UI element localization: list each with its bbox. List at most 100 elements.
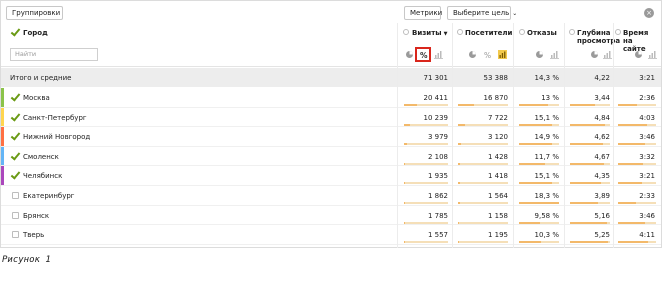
visits-bar xyxy=(404,241,405,244)
metrics-button[interactable]: Метрики xyxy=(404,6,442,20)
bounces-column-header[interactable]: Отказы xyxy=(527,29,557,37)
row-checkbox[interactable] xyxy=(12,94,19,101)
column-divider xyxy=(513,23,514,248)
time-bar xyxy=(618,162,643,165)
close-icon[interactable]: × xyxy=(644,8,654,18)
bounces-bar xyxy=(519,162,545,165)
pie-chart-icon[interactable] xyxy=(405,50,414,59)
goal-select-label: Выберите цель xyxy=(453,9,510,17)
select-all-checkbox[interactable] xyxy=(12,29,19,36)
depth-value: 3,89 xyxy=(594,192,610,200)
visitors-bar xyxy=(458,104,474,106)
series-color-stripe xyxy=(1,166,4,185)
bar-chart-icon[interactable] xyxy=(648,50,657,59)
totals-depth: 4,22 xyxy=(594,74,610,82)
table-row[interactable]: Челябинск 1 935 1 418 15,1 % 4,35 3:21 xyxy=(1,166,661,186)
bounces-value: 13 % xyxy=(541,94,559,102)
visits-radio[interactable] xyxy=(403,29,409,35)
row-checkbox[interactable] xyxy=(12,172,19,179)
time-bar xyxy=(618,241,648,244)
depth-radio[interactable] xyxy=(569,29,575,35)
column-divider xyxy=(452,23,453,248)
time-bar xyxy=(618,104,637,106)
visits-bar-track xyxy=(404,123,448,126)
table-row[interactable]: Брянск 1 785 1 158 9,58 % 5,16 3:46 xyxy=(1,206,661,226)
visits-value: 1 935 xyxy=(427,172,448,181)
row-checkbox[interactable] xyxy=(12,114,19,121)
depth-value: 5,25 xyxy=(594,231,610,240)
visitors-bar xyxy=(458,123,465,126)
visitors-radio[interactable] xyxy=(457,29,463,35)
depth-value: 3,44 xyxy=(594,94,610,102)
depth-value: 5,16 xyxy=(594,211,610,220)
groupings-button[interactable]: Группировки xyxy=(6,6,63,20)
table-row[interactable]: Смоленск 2 108 1 428 11,7 % 4,67 3:32 xyxy=(1,146,661,167)
series-color-stripe xyxy=(1,146,4,166)
row-checkbox[interactable] xyxy=(12,153,19,160)
visits-bar-track xyxy=(404,143,448,146)
visits-column-header[interactable]: Визиты ▼ xyxy=(412,29,447,38)
bounces-radio[interactable] xyxy=(519,29,525,35)
bounces-bar xyxy=(519,221,540,224)
time-value: 2:36 xyxy=(639,94,655,102)
depth-bar xyxy=(570,162,604,165)
table-row[interactable]: Екатеринбург 1 862 1 564 18,3 % 3,89 2:33 xyxy=(1,186,661,206)
bar-chart-icon[interactable] xyxy=(498,50,507,59)
totals-visits: 71 301 xyxy=(423,74,449,82)
totals-bounces: 14,3 % xyxy=(534,74,559,82)
sort-desc-icon: ▼ xyxy=(443,31,448,37)
bar-chart-icon[interactable] xyxy=(603,50,612,59)
time-bar xyxy=(618,182,642,185)
visits-value: 10 239 xyxy=(423,113,449,122)
depth-value: 4,62 xyxy=(594,133,610,142)
percent-icon[interactable]: % xyxy=(484,51,491,60)
totals-time: 3:21 xyxy=(639,74,655,82)
city-column-header[interactable]: Город xyxy=(23,29,48,37)
city-name: Брянск xyxy=(23,211,50,220)
visitors-value: 1 158 xyxy=(487,211,508,220)
visitors-bar xyxy=(458,143,461,146)
table-row[interactable]: Москва 20 411 16 870 13 % 3,44 2:36 xyxy=(1,88,661,108)
pie-chart-icon[interactable] xyxy=(535,50,544,59)
table-row[interactable]: Тверь 1 557 1 195 10,3 % 5,25 4:11 xyxy=(1,225,661,245)
pie-chart-icon[interactable] xyxy=(590,50,599,59)
row-checkbox[interactable] xyxy=(12,133,19,140)
depth-column-header[interactable]: Глубина просмотра xyxy=(577,29,620,45)
visitors-value: 1 418 xyxy=(487,172,508,181)
time-value: 3:46 xyxy=(639,211,655,220)
depth-value: 4,67 xyxy=(594,152,610,161)
visits-bar-track xyxy=(404,182,448,185)
search-input[interactable]: Найти xyxy=(10,48,98,61)
figure-caption: Рисунок 1 xyxy=(2,255,51,265)
totals-row: Итого и средние 71 301 53 388 14,3 % 4,2… xyxy=(1,68,661,87)
row-checkbox[interactable] xyxy=(12,231,19,239)
column-divider xyxy=(613,23,614,248)
visitors-column-header[interactable]: Посетители xyxy=(465,29,512,37)
pie-chart-icon[interactable] xyxy=(468,50,477,59)
bounces-value: 18,3 % xyxy=(534,192,559,200)
time-value: 4:11 xyxy=(639,231,655,240)
time-radio[interactable] xyxy=(615,29,621,35)
bounces-bar xyxy=(519,241,541,244)
percent-icon[interactable]: % xyxy=(420,51,428,60)
visits-bar-track xyxy=(404,221,448,224)
table-row[interactable]: Санкт-Петербург 10 239 7 722 15,1 % 4,84 4:03 xyxy=(1,107,661,128)
row-checkbox[interactable] xyxy=(12,192,19,199)
series-color-stripe xyxy=(1,88,4,107)
time-bar xyxy=(618,202,636,204)
goal-select[interactable]: Выберите цель ⌄ xyxy=(447,6,517,20)
bar-chart-icon[interactable] xyxy=(550,50,559,59)
visits-bar xyxy=(404,104,417,106)
visitors-bar-track xyxy=(458,162,508,165)
time-value: 3:46 xyxy=(639,133,655,142)
city-name: Санкт-Петербург xyxy=(23,113,87,122)
visitors-bar-track xyxy=(458,202,508,204)
visits-value: 3 979 xyxy=(427,133,448,142)
visitors-value: 7 722 xyxy=(487,113,508,122)
bounces-value: 15,1 % xyxy=(534,172,559,181)
bar-chart-icon[interactable] xyxy=(434,50,443,59)
visitors-bar xyxy=(458,182,460,185)
row-checkbox[interactable] xyxy=(12,211,19,219)
pie-chart-icon[interactable] xyxy=(634,50,643,59)
table-row[interactable]: Нижний Новгород 3 979 3 120 14,9 % 4,62 3:46 xyxy=(1,127,661,147)
